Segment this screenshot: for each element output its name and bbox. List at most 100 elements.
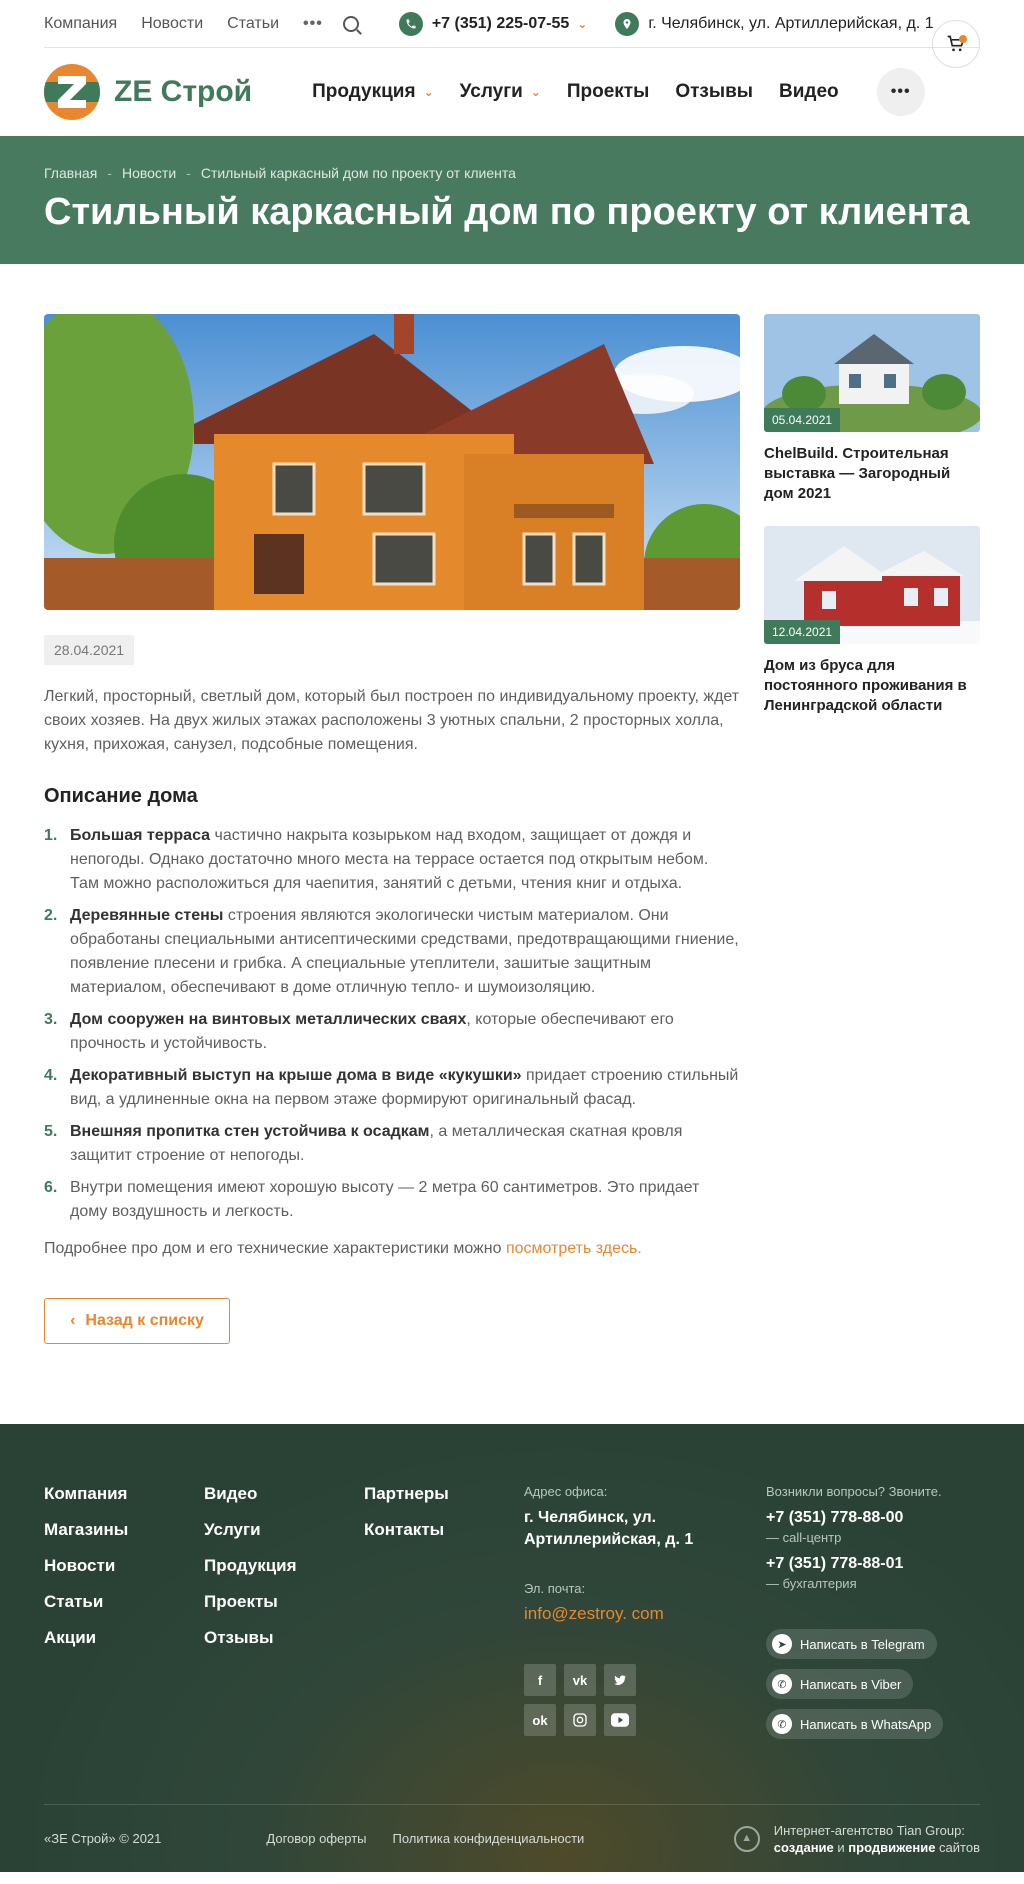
news-card[interactable]: 12.04.2021 Дом из бруса для постоянного …	[764, 526, 980, 716]
viber-label: Написать в Viber	[800, 1676, 902, 1692]
nav-more-button[interactable]: •••	[876, 68, 925, 116]
footer-menu-3: Партнеры Контакты	[364, 1484, 524, 1739]
article-date: 28.04.2021	[44, 635, 135, 665]
feature-bold: Большая терраса	[70, 827, 211, 844]
agency-and: и	[833, 1839, 849, 1855]
offer-link[interactable]: Договор оферты	[266, 1831, 366, 1846]
feature-number: 4.	[44, 1067, 58, 1084]
feature-bold: Декоративный выступ на крыше дома в виде…	[70, 1067, 522, 1084]
main-nav: Продукция ⌄ Услуги ⌄ Проекты Отзывы Видео …	[312, 68, 925, 116]
vk-icon[interactable]: vk	[564, 1664, 596, 1696]
features-list: 1. Большая терраса частично накрыта козыр…	[44, 824, 740, 1224]
footer-link[interactable]: Продукция	[204, 1556, 364, 1576]
feature-text: Внешняя пропитка стен устойчива к осадка…	[70, 1120, 740, 1168]
topbar-link-news[interactable]: Новости	[141, 15, 203, 33]
chevron-down-icon[interactable]: ⌄	[577, 17, 587, 31]
nav-reviews[interactable]: Отзывы	[675, 81, 753, 103]
email-link[interactable]: info@zestroy. com	[524, 1604, 766, 1624]
feature-bold: Деревянные стены	[70, 907, 224, 924]
logo[interactable]: ZE Строй	[44, 64, 252, 120]
footer-menu-1: Компания Магазины Новости Статьи Акции	[44, 1484, 204, 1739]
news-card-date: 12.04.2021	[764, 620, 841, 644]
nav-products[interactable]: Продукция ⌄	[312, 81, 434, 103]
odnoklassniki-icon[interactable]: ok	[524, 1704, 556, 1736]
more-info: Подробнее про дом и его технические хара…	[44, 1240, 740, 1258]
nav-video[interactable]: Видео	[779, 81, 839, 103]
viber-button[interactable]: ✆ Написать в Viber	[766, 1669, 914, 1699]
topbar: Компания Новости Статьи ••• +7 (351) 225…	[44, 0, 980, 48]
article-image	[44, 314, 740, 610]
feature-item: 1. Большая терраса частично накрыта козыр…	[44, 824, 740, 896]
footer-link[interactable]: Услуги	[204, 1520, 364, 1540]
feature-item: 5. Внешняя пропитка стен устойчива к осад…	[44, 1120, 740, 1168]
footer: Компания Магазины Новости Статьи Акции В…	[0, 1424, 1024, 1872]
whatsapp-button[interactable]: ✆ Написать в WhatsApp	[766, 1709, 944, 1739]
footer-link[interactable]: Видео	[204, 1484, 364, 1504]
breadcrumb: Главная - Новости - Стильный каркасный д…	[44, 165, 980, 181]
more-info-link[interactable]: посмотреть здесь.	[506, 1240, 642, 1257]
page-banner: Главная - Новости - Стильный каркасный д…	[0, 136, 1024, 264]
breadcrumb-separator: -	[186, 165, 191, 181]
footer-link[interactable]: Отзывы	[204, 1628, 364, 1648]
facebook-icon[interactable]: f	[524, 1664, 556, 1696]
nav-services[interactable]: Услуги ⌄	[460, 81, 541, 103]
breadcrumb-home[interactable]: Главная	[44, 165, 97, 181]
footer-link[interactable]: Партнеры	[364, 1484, 524, 1504]
footer-link[interactable]: Статьи	[44, 1592, 204, 1612]
breadcrumb-separator: -	[107, 165, 112, 181]
agency-credit[interactable]: ▲ Интернет-агентство Tian Group: создани…	[733, 1822, 980, 1856]
article-intro: Легкий, просторный, светлый дом, который…	[44, 688, 740, 753]
agency-end: сайтов	[935, 1839, 980, 1855]
breadcrumb-current: Стильный каркасный дом по проекту от кли…	[200, 165, 516, 181]
search-icon[interactable]	[342, 15, 359, 32]
questions-label: Возникли вопросы? Звоните.	[766, 1484, 942, 1499]
footer-link[interactable]: Проекты	[204, 1592, 364, 1612]
footer-link[interactable]: Магазины	[44, 1520, 204, 1540]
cart-button[interactable]	[932, 20, 980, 68]
phone-callcenter[interactable]: +7 (351) 778-88-00	[766, 1509, 943, 1527]
logo-mark	[44, 64, 100, 120]
instagram-icon[interactable]	[564, 1704, 596, 1736]
header-phone[interactable]: +7 (351) 225-07-55 ⌄	[398, 11, 616, 36]
email-label: Эл. почта:	[524, 1581, 586, 1596]
feature-number: 1.	[44, 827, 58, 844]
feature-number: 3.	[44, 1011, 58, 1028]
telegram-button[interactable]: ➤ Написать в Telegram	[766, 1629, 937, 1659]
breadcrumb-news[interactable]: Новости	[122, 165, 176, 181]
chevron-left-icon: ‹	[70, 1312, 76, 1329]
social-links: f vk ok	[524, 1664, 664, 1736]
youtube-icon[interactable]	[604, 1704, 636, 1736]
agency-line1: Интернет-агентство Tian Group:	[773, 1822, 965, 1838]
office-address: г. Челябинск, ул. Артиллерийская, д. 1	[524, 1509, 694, 1548]
main-content: 28.04.2021 Легкий, просторный, светлый д…	[44, 264, 980, 1344]
news-card-title[interactable]: Дом из бруса для постоянного проживания …	[764, 656, 980, 716]
topbar-link-company[interactable]: Компания	[44, 15, 117, 33]
copyright: «ЗЕ Строй» © 2021	[44, 1831, 162, 1846]
footer-contacts: Адрес офиса: г. Челябинск, ул. Артиллери…	[524, 1484, 766, 1739]
phone-callcenter-note: — call-центр	[766, 1530, 842, 1545]
agency-word2: продвижение	[848, 1839, 936, 1855]
feature-bold: Внешняя пропитка стен устойчива к осадка…	[70, 1123, 430, 1140]
phone-number: +7 (351) 225-07-55	[431, 14, 570, 32]
nav-projects[interactable]: Проекты	[567, 81, 649, 103]
topbar-link-articles[interactable]: Статьи	[227, 15, 279, 33]
privacy-link[interactable]: Политика конфиденциальности	[393, 1831, 585, 1846]
phone-accounting-note: — бухгалтерия	[766, 1576, 857, 1591]
phone-accounting[interactable]: +7 (351) 778-88-01	[766, 1555, 943, 1573]
news-card-title[interactable]: ChelBuild. Строительная выставка — Загор…	[764, 444, 980, 504]
footer-link[interactable]: Компания	[44, 1484, 204, 1504]
footer-link[interactable]: Контакты	[364, 1520, 524, 1540]
article: 28.04.2021 Легкий, просторный, светлый д…	[44, 314, 740, 1344]
cart-badge	[959, 35, 967, 43]
topbar-more-button[interactable]: •••	[303, 15, 323, 33]
feature-text: Деревянные стены строения являются эколо…	[70, 904, 740, 1000]
main-header: ZE Строй Продукция ⌄ Услуги ⌄ Проекты Отзы…	[44, 20, 980, 136]
twitter-icon[interactable]	[604, 1664, 636, 1696]
telegram-label: Написать в Telegram	[800, 1636, 925, 1652]
back-to-list-button[interactable]: ‹ Назад к списку	[44, 1298, 230, 1344]
chevron-down-icon: ⌄	[530, 85, 541, 99]
news-card[interactable]: 05.04.2021 ChelBuild. Строительная выста…	[764, 314, 980, 504]
footer-link[interactable]: Акции	[44, 1628, 204, 1648]
footer-link[interactable]: Новости	[44, 1556, 204, 1576]
feature-rest: Внутри помещения имеют хорошую высоту — …	[70, 1179, 700, 1220]
